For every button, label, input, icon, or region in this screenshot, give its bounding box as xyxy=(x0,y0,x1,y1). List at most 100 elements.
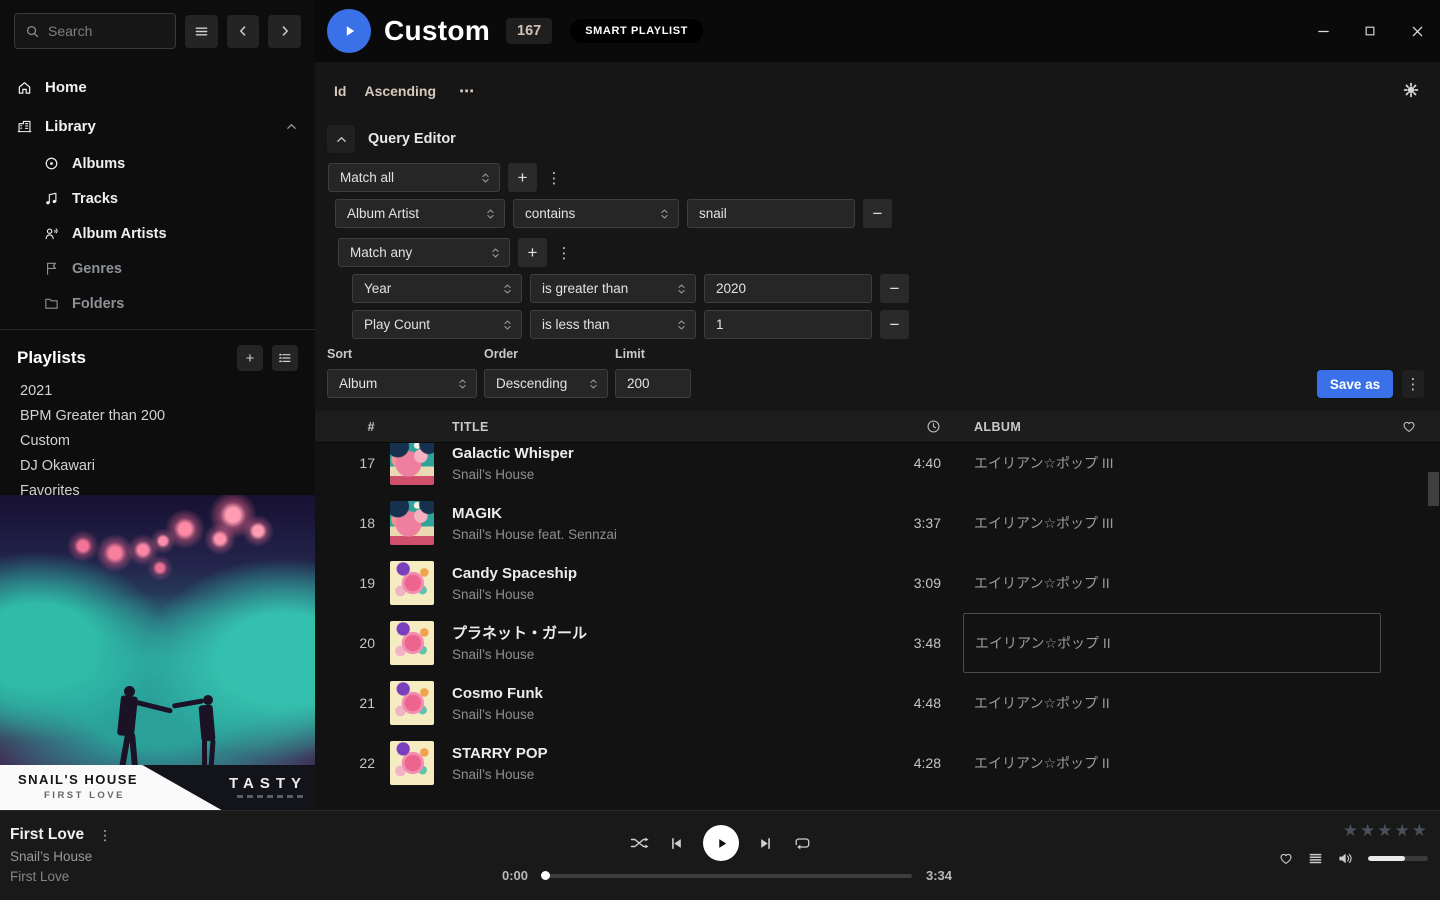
track-album[interactable]: エイリアン☆ポップ III xyxy=(963,493,1381,553)
track-album[interactable]: エイリアン☆ポップ II xyxy=(963,733,1381,793)
playlist-list-button[interactable] xyxy=(272,345,298,371)
repeat-icon xyxy=(792,835,811,851)
settings-button[interactable] xyxy=(1403,82,1419,101)
remove-rule-button[interactable]: − xyxy=(880,274,909,303)
track-album[interactable]: エイリアン☆ポップ II xyxy=(963,673,1381,733)
sort-field[interactable]: Id xyxy=(334,83,346,99)
play-button[interactable] xyxy=(703,825,739,861)
column-title[interactable]: TITLE xyxy=(449,420,883,434)
chevron-left-icon xyxy=(236,24,250,38)
sidebar-item-albums[interactable]: Albums xyxy=(0,146,315,181)
track-row[interactable]: 21Cosmo FunkSnail’s House4:48エイリアン☆ポップ I… xyxy=(315,673,1440,733)
order-select[interactable]: Descending xyxy=(484,369,608,398)
previous-button[interactable] xyxy=(669,836,684,851)
seek-thumb[interactable] xyxy=(541,871,550,880)
track-row[interactable]: 22STARRY POPSnail’s House4:28エイリアン☆ポップ I… xyxy=(315,733,1440,793)
playlist-header: Custom 167 SMART PLAYLIST xyxy=(315,0,1440,62)
rule-operator-select[interactable]: is less than xyxy=(530,310,696,339)
sort-order-limit-row: Sort Album Order Descending Limit Save a… xyxy=(327,347,1424,398)
rule-value-input[interactable] xyxy=(704,274,872,303)
sort-select[interactable]: Album xyxy=(327,369,477,398)
scrollbar-thumb[interactable] xyxy=(1428,472,1439,506)
rule-field-select[interactable]: Play Count xyxy=(352,310,522,339)
match-type-select[interactable]: Match any xyxy=(338,238,510,267)
query-menu-button[interactable]: ⋮ xyxy=(1402,370,1424,398)
main-panel: Custom 167 SMART PLAYLIST Id Ascending ⋯… xyxy=(315,0,1440,810)
rating-star[interactable]: ★ xyxy=(1343,822,1358,839)
menu-button[interactable] xyxy=(185,15,218,48)
sidebar-divider xyxy=(0,329,315,330)
speaker-icon xyxy=(1337,851,1354,866)
sidebar-item-library[interactable]: Library xyxy=(0,107,315,146)
chevron-up-icon[interactable] xyxy=(285,120,298,133)
volume-slider[interactable] xyxy=(1368,856,1428,861)
favorite-button[interactable] xyxy=(1278,851,1294,866)
add-rule-button[interactable]: + xyxy=(508,163,537,192)
rating-star[interactable]: ★ xyxy=(1360,822,1375,839)
seek-bar[interactable] xyxy=(542,874,912,878)
volume-button[interactable] xyxy=(1337,851,1354,866)
rule-value-input[interactable] xyxy=(704,310,872,339)
total-time: 3:34 xyxy=(926,868,960,883)
track-row[interactable]: 18MAGIKSnail’s House feat. Sennzai3:37エイ… xyxy=(315,493,1440,553)
search-box[interactable] xyxy=(14,13,176,49)
match-type-select[interactable]: Match all xyxy=(328,163,500,192)
query-editor-header: Query Editor xyxy=(327,125,1424,153)
sidebar-item-genres[interactable]: Genres xyxy=(0,251,315,286)
sort-direction[interactable]: Ascending xyxy=(364,83,436,99)
seek-bar-row: 0:00 3:34 xyxy=(494,868,960,883)
collapse-query-button[interactable] xyxy=(327,125,355,153)
maximize-button[interactable] xyxy=(1362,23,1378,39)
group-menu-button[interactable]: ⋮ xyxy=(555,238,573,267)
track-menu-button[interactable]: ⋮ xyxy=(98,827,112,844)
save-as-button[interactable]: Save as xyxy=(1317,370,1393,398)
rule-field-select[interactable]: Album Artist xyxy=(335,199,505,228)
remove-rule-button[interactable]: − xyxy=(880,310,909,339)
rating-star[interactable]: ★ xyxy=(1412,822,1427,839)
playlist-item[interactable]: DJ Okawari xyxy=(0,453,315,478)
column-album[interactable]: ALBUM xyxy=(963,420,1381,434)
group-menu-button[interactable]: ⋮ xyxy=(545,163,563,192)
maximize-icon xyxy=(1364,25,1376,37)
track-artist: Snail’s House xyxy=(452,706,883,723)
now-playing-artwork[interactable]: TASTY SNAIL'S HOUSE FIRST LOVE xyxy=(0,495,315,810)
column-favorite[interactable] xyxy=(1381,419,1440,434)
track-row[interactable]: 19Candy SpaceshipSnail’s House3:09エイリアン☆… xyxy=(315,553,1440,613)
repeat-button[interactable] xyxy=(792,835,811,851)
track-row[interactable]: 20プラネット・ガールSnail’s House3:48エイリアン☆ポップ II xyxy=(315,613,1440,673)
sidebar-item-album-artists[interactable]: Album Artists xyxy=(0,216,315,251)
playlist-item[interactable]: Custom xyxy=(0,428,315,453)
rule-operator-select[interactable]: is greater than xyxy=(530,274,696,303)
limit-input[interactable] xyxy=(615,369,691,398)
column-number[interactable]: # xyxy=(315,420,387,434)
add-rule-button[interactable]: + xyxy=(518,238,547,267)
queue-button[interactable] xyxy=(1308,851,1323,866)
next-button[interactable] xyxy=(758,836,773,851)
search-input[interactable] xyxy=(48,23,165,39)
sidebar-item-home[interactable]: Home xyxy=(0,68,315,107)
play-playlist-button[interactable] xyxy=(327,9,371,53)
album-art-thumbnail xyxy=(390,441,434,485)
rating-star[interactable]: ★ xyxy=(1395,822,1410,839)
column-duration[interactable] xyxy=(883,419,963,434)
rule-field-select[interactable]: Year xyxy=(352,274,522,303)
close-button[interactable] xyxy=(1409,23,1425,39)
rule-value-input[interactable] xyxy=(687,199,855,228)
rule-operator-select[interactable]: contains xyxy=(513,199,679,228)
minimize-button[interactable] xyxy=(1315,23,1331,39)
sidebar-item-tracks[interactable]: Tracks xyxy=(0,181,315,216)
playlist-item[interactable]: 2021 xyxy=(0,378,315,403)
track-album[interactable]: エイリアン☆ポップ II xyxy=(963,613,1381,673)
back-button[interactable] xyxy=(227,15,260,48)
track-table: # TITLE ALBUM 17Galactic WhisperSnail’s … xyxy=(315,411,1440,810)
sidebar-item-folders[interactable]: Folders xyxy=(0,286,315,321)
rating-star[interactable]: ★ xyxy=(1377,822,1392,839)
shuffle-button[interactable] xyxy=(629,835,650,851)
sort-more-button[interactable]: ⋯ xyxy=(459,82,475,100)
select-caret-icon xyxy=(677,282,686,296)
add-playlist-button[interactable]: + xyxy=(237,345,263,371)
playlist-item[interactable]: BPM Greater than 200 xyxy=(0,403,315,428)
track-album[interactable]: エイリアン☆ポップ II xyxy=(963,553,1381,613)
forward-button[interactable] xyxy=(268,15,301,48)
remove-rule-button[interactable]: − xyxy=(863,199,892,228)
